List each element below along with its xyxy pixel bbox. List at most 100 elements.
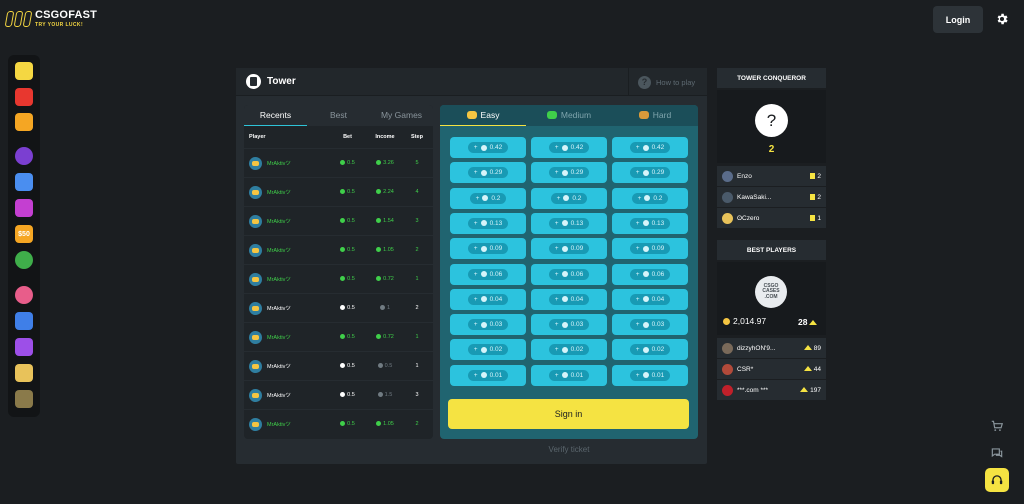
tower-cell[interactable]: +0.13 bbox=[450, 212, 526, 234]
cup-icon bbox=[810, 214, 816, 221]
tower-cell[interactable]: +0.02 bbox=[612, 339, 688, 361]
tower-cell[interactable]: +0.06 bbox=[612, 263, 688, 285]
tower-cell[interactable]: +0.09 bbox=[612, 238, 688, 260]
player-name: ʘCzero bbox=[737, 214, 760, 222]
rocket-icon[interactable] bbox=[15, 173, 33, 191]
player-name: MrAktivツ bbox=[267, 277, 291, 283]
tower-cell[interactable]: +0.04 bbox=[612, 288, 688, 310]
best-player-row[interactable]: dizzyhON'9... 89 bbox=[717, 338, 826, 358]
avatar bbox=[249, 388, 262, 402]
cup-count: 2 bbox=[810, 173, 821, 180]
table-row[interactable]: MrAktivツ 0.5 1 2 bbox=[244, 293, 433, 322]
table-row[interactable]: MrAktivツ 0.5 1.5 3 bbox=[244, 380, 433, 409]
plus-sign: + bbox=[554, 219, 559, 227]
tab-my-games[interactable]: My Games bbox=[370, 105, 433, 126]
star-icon[interactable] bbox=[15, 390, 33, 408]
sign-in-button[interactable]: Sign in bbox=[448, 399, 689, 429]
pie-icon[interactable] bbox=[15, 251, 33, 269]
tab-medium[interactable]: Medium bbox=[526, 105, 612, 126]
coin-icon bbox=[376, 421, 382, 427]
tower-cell[interactable]: +0.13 bbox=[531, 212, 607, 234]
how-to-play-button[interactable]: ? How to play bbox=[628, 68, 707, 96]
tower-cell[interactable]: +0.2 bbox=[450, 187, 526, 209]
tower-cell[interactable]: +0.06 bbox=[531, 263, 607, 285]
coin-icon bbox=[480, 144, 487, 151]
tower-cell[interactable]: +0.01 bbox=[612, 364, 688, 386]
cases-icon[interactable]: $50 bbox=[15, 225, 33, 243]
chat-icon[interactable] bbox=[985, 441, 1009, 465]
tower-cell[interactable]: +0.42 bbox=[612, 137, 688, 158]
tab-hard[interactable]: Hard bbox=[612, 105, 698, 126]
login-button[interactable]: Login bbox=[933, 6, 983, 33]
tower-cell[interactable]: +0.03 bbox=[612, 314, 688, 336]
cart-icon[interactable] bbox=[985, 414, 1009, 438]
tower-cell[interactable]: +0.03 bbox=[531, 314, 607, 336]
tab-easy[interactable]: Easy bbox=[440, 105, 526, 126]
tower-cell[interactable]: +0.42 bbox=[450, 137, 526, 158]
tower-cell[interactable]: +0.13 bbox=[612, 212, 688, 234]
table-row[interactable]: MrAktivツ 0.5 0.5 1 bbox=[244, 351, 433, 380]
plus-sign: + bbox=[554, 144, 559, 151]
tower-cell[interactable]: +0.02 bbox=[531, 339, 607, 361]
tower-cell[interactable]: +0.29 bbox=[612, 162, 688, 184]
coin-icon bbox=[480, 321, 487, 328]
best-players-title: BEST PLAYERS bbox=[717, 240, 826, 260]
tower-cell[interactable]: +0.04 bbox=[450, 288, 526, 310]
conqueror-title: TOWER CONQUEROR bbox=[717, 68, 826, 88]
tower-cell[interactable]: +0.09 bbox=[450, 238, 526, 260]
level-up-icon bbox=[809, 320, 818, 326]
coin-stack-icon[interactable] bbox=[15, 364, 33, 382]
player-cell: MrAktivツ bbox=[249, 156, 331, 170]
best-player-row[interactable]: ***.com *** 197 bbox=[717, 380, 826, 400]
support-icon[interactable] bbox=[985, 468, 1009, 492]
unknown-avatar-icon: ? bbox=[755, 104, 788, 137]
tower-cell[interactable]: +0.42 bbox=[531, 137, 607, 158]
conqueror-row[interactable]: ʘCzero 1 bbox=[717, 208, 826, 228]
tower-cell[interactable]: +0.01 bbox=[531, 364, 607, 386]
diamond-icon[interactable] bbox=[15, 286, 33, 304]
tower-icon[interactable] bbox=[15, 338, 33, 356]
tab-best[interactable]: Best bbox=[307, 105, 370, 126]
tab-recents[interactable]: Recents bbox=[244, 105, 307, 126]
tower-cell[interactable]: +0.04 bbox=[531, 288, 607, 310]
avatar bbox=[722, 212, 733, 224]
tower-cell[interactable]: +0.29 bbox=[450, 162, 526, 184]
conqueror-row[interactable]: Enzo 2 bbox=[717, 166, 826, 186]
verify-ticket-link[interactable]: Verify ticket bbox=[440, 445, 698, 454]
table-row[interactable]: MrAktivツ 0.5 0.72 1 bbox=[244, 322, 433, 351]
multiplier-pill: +0.09 bbox=[629, 243, 671, 255]
table-row[interactable]: MrAktivツ 0.5 1.05 2 bbox=[244, 409, 433, 438]
trophy-icon[interactable] bbox=[15, 312, 33, 330]
multiplier-value: 0.06 bbox=[570, 270, 584, 278]
tower-cell[interactable]: +0.2 bbox=[531, 187, 607, 209]
table-row[interactable]: MrAktivツ 0.5 3.26 5 bbox=[244, 148, 433, 177]
crown-icon[interactable] bbox=[15, 62, 33, 80]
tower-cell[interactable]: +0.01 bbox=[450, 364, 526, 386]
table-row[interactable]: MrAktivツ 0.5 2.24 4 bbox=[244, 177, 433, 206]
plus-sign: + bbox=[635, 270, 640, 278]
table-row[interactable]: MrAktivツ 0.5 0.72 1 bbox=[244, 264, 433, 293]
dice-icon[interactable] bbox=[15, 199, 33, 217]
tower-cell[interactable]: +0.02 bbox=[450, 339, 526, 361]
plus-sign: + bbox=[554, 371, 559, 379]
gear-icon[interactable] bbox=[995, 12, 1009, 26]
coin-icon bbox=[340, 160, 346, 166]
table-row[interactable]: MrAktivツ 0.5 1.54 3 bbox=[244, 206, 433, 235]
roulette-icon[interactable] bbox=[15, 147, 33, 165]
tower-cell[interactable]: +0.06 bbox=[450, 263, 526, 285]
crossed-swords-icon[interactable] bbox=[15, 113, 33, 131]
conqueror-row[interactable]: KawaSaki... 2 bbox=[717, 187, 826, 207]
tower-cell[interactable]: +0.03 bbox=[450, 314, 526, 336]
best-player-row[interactable]: CSR* 44 bbox=[717, 359, 826, 379]
tower-cell[interactable]: +0.29 bbox=[531, 162, 607, 184]
step-value: 5 bbox=[415, 160, 419, 166]
fire-icon[interactable] bbox=[15, 88, 33, 106]
site-logo[interactable]: CSGOFAST TRY YOUR LUCK! bbox=[4, 10, 97, 28]
tower-cell[interactable]: +0.09 bbox=[531, 238, 607, 260]
plus-sign: + bbox=[635, 295, 640, 303]
player-name: Enzo bbox=[737, 172, 752, 180]
avatar bbox=[722, 384, 733, 396]
game-board: Easy Medium Hard +0.42 +0.42 +0.42 +0.29 +0.… bbox=[440, 105, 698, 439]
tower-cell[interactable]: +0.2 bbox=[612, 187, 688, 209]
table-row[interactable]: MrAktivツ 0.5 1.05 2 bbox=[244, 235, 433, 264]
